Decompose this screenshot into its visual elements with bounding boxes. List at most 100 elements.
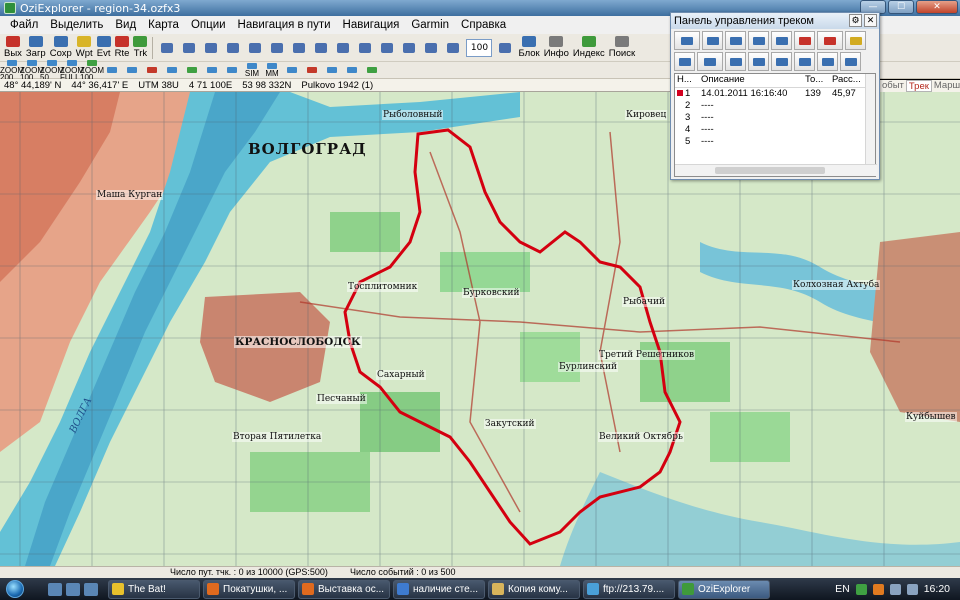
tool-button[interactable] xyxy=(311,37,331,59)
gps-button[interactable] xyxy=(202,66,222,74)
network-icon[interactable] xyxy=(889,583,901,595)
route-button[interactable]: Rte xyxy=(113,35,132,61)
track-list-vscroll[interactable] xyxy=(865,74,875,164)
zoom-out-button[interactable] xyxy=(443,37,463,59)
taskbar-item-firefox-2[interactable]: Выставка ос... xyxy=(298,579,390,599)
menu-moving-map[interactable]: Навигация в пути xyxy=(232,19,337,31)
menu-map[interactable]: Карта xyxy=(142,19,185,31)
track-row[interactable]: 1 14.01.2011 16:16:40 139 45,97 xyxy=(675,88,875,100)
menu-navigation[interactable]: Навигация xyxy=(337,19,406,31)
track-paste-button[interactable] xyxy=(794,52,815,71)
zoom-100-alt-button[interactable]: ZOOM 100 xyxy=(80,59,104,81)
tool-button[interactable] xyxy=(201,37,221,59)
tab-route[interactable]: Марш xyxy=(932,80,960,92)
block-button[interactable]: Блок xyxy=(516,35,541,61)
gps-button[interactable] xyxy=(122,66,142,74)
tool-button[interactable] xyxy=(333,37,353,59)
filter-button[interactable] xyxy=(362,66,382,74)
gps-button[interactable] xyxy=(142,66,162,74)
clock[interactable]: 16:20 xyxy=(924,583,950,595)
menu-help[interactable]: Справка xyxy=(455,19,512,31)
zoom-full-button[interactable]: ZOOM FULL xyxy=(60,59,84,81)
start-button[interactable] xyxy=(0,578,30,600)
waypoint-button[interactable]: Wpt xyxy=(74,35,95,61)
menu-select[interactable]: Выделить xyxy=(44,19,109,31)
track-row[interactable]: 4 ---- xyxy=(675,124,875,136)
track-open-button[interactable] xyxy=(725,52,746,71)
close-button[interactable]: ✕ xyxy=(916,0,958,14)
index-button[interactable]: Индекс xyxy=(571,35,607,61)
sim-button[interactable]: SIM xyxy=(242,63,262,78)
lifebuoy-button[interactable] xyxy=(302,66,322,74)
gps-button[interactable] xyxy=(222,66,242,74)
show-track-button[interactable] xyxy=(674,31,700,50)
chart-button[interactable] xyxy=(342,66,362,74)
zoom-50-button[interactable]: ZOOM 50 xyxy=(40,59,64,81)
taskbar-item-thebat[interactable]: The Bat! xyxy=(108,579,200,599)
tray-app-icon[interactable] xyxy=(872,583,884,595)
tool-button[interactable] xyxy=(157,37,177,59)
zoom-200-button[interactable]: ZOOM 200 xyxy=(0,59,24,81)
track-row[interactable]: 5 ---- xyxy=(675,136,875,148)
col-description[interactable]: Описание xyxy=(699,74,803,87)
track-row[interactable]: 3 ---- xyxy=(675,112,875,124)
tool-button[interactable] xyxy=(495,37,515,59)
gps-button[interactable] xyxy=(102,66,122,74)
track-help-button[interactable] xyxy=(845,31,866,50)
taskbar-item-firefox-1[interactable]: Покатушки, ... xyxy=(203,579,295,599)
track-line-button[interactable] xyxy=(817,31,843,50)
track-copy-button[interactable] xyxy=(771,52,792,71)
track-edit-button[interactable] xyxy=(702,31,723,50)
col-points[interactable]: То... xyxy=(803,74,830,87)
zoom-select[interactable]: 100 xyxy=(466,38,493,57)
track-import-button[interactable] xyxy=(674,52,695,71)
track-button[interactable]: Trk xyxy=(131,35,149,61)
save-button[interactable]: Сохр xyxy=(48,35,74,61)
track-panel-titlebar[interactable]: Панель управления треком ⚙ ✕ xyxy=(671,13,879,29)
tool-button[interactable] xyxy=(179,37,199,59)
gps-button[interactable] xyxy=(162,66,182,74)
taskbar-item-ftp[interactable]: ftp://213.79.... xyxy=(583,579,675,599)
track-split-button[interactable] xyxy=(725,31,746,50)
load-button[interactable]: Загр xyxy=(24,35,48,61)
tool-button[interactable] xyxy=(289,37,309,59)
zoom-100-button[interactable]: ZOOM 100 xyxy=(20,59,44,81)
event-button[interactable]: Evt xyxy=(95,35,113,61)
track-point-button[interactable] xyxy=(794,31,815,50)
crosshair-button[interactable] xyxy=(282,66,302,74)
zoom-in-button[interactable] xyxy=(421,37,441,59)
menu-garmin[interactable]: Garmin xyxy=(405,19,455,31)
track-row[interactable]: 2 ---- xyxy=(675,100,875,112)
tab-events[interactable]: обыт xyxy=(880,80,906,92)
track-prev-button[interactable] xyxy=(817,52,838,71)
menu-options[interactable]: Опции xyxy=(185,19,232,31)
exit-button[interactable]: Вых xyxy=(2,35,24,61)
taskbar-item-oziexplorer[interactable]: OziExplorer xyxy=(678,579,770,599)
show-desktop-icon[interactable] xyxy=(48,582,62,596)
panel-settings-button[interactable]: ⚙ xyxy=(849,14,862,27)
track-label-button[interactable] xyxy=(771,31,792,50)
volume-icon[interactable] xyxy=(906,583,918,595)
maximize-button[interactable]: ☐ xyxy=(888,0,914,14)
track-trade-button[interactable] xyxy=(697,52,723,71)
taskbar-item-folder[interactable]: Копия кому... xyxy=(488,579,580,599)
track-next-button[interactable] xyxy=(840,52,861,71)
info-button[interactable]: Инфо xyxy=(542,35,571,61)
tool-button[interactable] xyxy=(355,37,375,59)
col-distance[interactable]: Расс... xyxy=(830,74,863,87)
col-number[interactable]: Н... xyxy=(675,74,699,87)
taskbar-item-word[interactable]: наличие сте... xyxy=(393,579,485,599)
tool-button[interactable] xyxy=(245,37,265,59)
track-move-button[interactable] xyxy=(748,31,769,50)
tool-button[interactable] xyxy=(377,37,397,59)
tool-button[interactable] xyxy=(267,37,287,59)
search-button[interactable]: Поиск xyxy=(607,35,637,61)
language-indicator[interactable]: EN xyxy=(835,583,850,595)
gps-button[interactable] xyxy=(182,66,202,74)
track-save-button[interactable] xyxy=(748,52,769,71)
tray-app-icon[interactable] xyxy=(855,583,867,595)
tool-button[interactable] xyxy=(223,37,243,59)
explorer-icon[interactable] xyxy=(66,582,80,596)
menu-view[interactable]: Вид xyxy=(109,19,142,31)
tool-button[interactable] xyxy=(399,37,419,59)
